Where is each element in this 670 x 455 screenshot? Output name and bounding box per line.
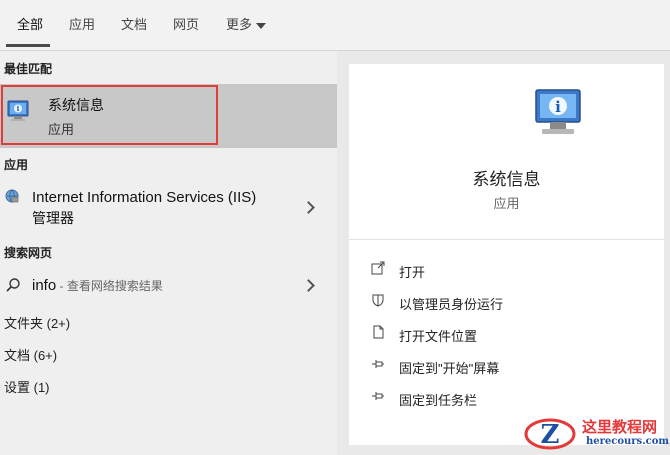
category-documents[interactable]: 文档 (6+)	[4, 345, 57, 364]
section-search-web: 搜索网页	[4, 246, 53, 260]
tab-apps[interactable]: 应用	[69, 14, 95, 33]
svg-text:i: i	[555, 98, 561, 116]
chevron-down-icon	[256, 22, 267, 29]
action-pin-to-taskbar[interactable]	[349, 384, 664, 410]
svg-text:i: i	[17, 104, 20, 113]
category-folders[interactable]: 文件夹 (2+)	[4, 313, 70, 332]
details-subtitle: 应用	[493, 196, 520, 211]
system-info-icon: i	[7, 100, 29, 121]
open-icon	[371, 261, 385, 275]
section-apps: 应用	[4, 158, 29, 172]
active-tab-indicator	[6, 44, 50, 47]
details-pane: i 系统信息 应用 打开 以管理员身份运行 打开文件位置 固定到"开始"屏幕 固…	[349, 64, 664, 445]
action-open[interactable]	[349, 256, 664, 282]
action-pin-to-taskbar-label: 固定到任务栏	[399, 393, 478, 408]
watermark-name: 这里教程网	[582, 418, 658, 436]
web-search-query: info - 查看网络搜索结果	[32, 277, 163, 294]
iis-item-title: Internet Information Services (IIS)	[32, 189, 257, 206]
shield-icon	[372, 294, 384, 307]
svg-text:Z: Z	[541, 420, 560, 450]
action-open-file-location[interactable]	[349, 320, 664, 346]
results-list: 最佳匹配 i 系统信息 应用 应用 Internet Information S…	[0, 51, 337, 455]
best-match-subtitle: 应用	[48, 122, 75, 137]
search-tab-bar: 全部 应用 文档 网页 更多	[0, 0, 670, 51]
tab-all[interactable]: 全部	[17, 14, 43, 33]
iis-item-subtitle: 管理器	[32, 210, 74, 226]
search-icon	[6, 278, 20, 292]
pin-icon	[372, 392, 384, 400]
tab-web[interactable]: 网页	[173, 14, 199, 33]
iis-icon	[5, 189, 19, 203]
action-pin-to-start[interactable]	[349, 352, 664, 378]
details-divider	[349, 239, 664, 240]
best-match-title: 系统信息	[48, 97, 104, 113]
web-query-text: info	[32, 277, 57, 294]
action-open-file-location-label: 打开文件位置	[399, 329, 478, 344]
action-open-label: 打开	[399, 265, 426, 280]
details-title: 系统信息	[472, 170, 541, 189]
action-run-as-admin-label: 以管理员身份运行	[399, 297, 504, 312]
watermark-url: herecours.com	[586, 436, 670, 447]
tab-documents[interactable]: 文档	[121, 14, 147, 33]
pin-icon	[372, 360, 384, 368]
tab-more[interactable]: 更多	[226, 14, 267, 33]
section-best-match: 最佳匹配	[4, 62, 53, 76]
web-search-description: - 查看网络搜索结果	[56, 279, 163, 293]
file-location-icon	[373, 325, 384, 339]
tab-more-label: 更多	[226, 17, 253, 32]
action-pin-to-start-label: 固定到"开始"屏幕	[399, 361, 500, 376]
category-settings[interactable]: 设置 (1)	[4, 377, 50, 396]
system-info-icon-large: i	[535, 89, 581, 134]
highlight-box	[1, 85, 218, 145]
action-run-as-admin[interactable]	[349, 288, 664, 314]
